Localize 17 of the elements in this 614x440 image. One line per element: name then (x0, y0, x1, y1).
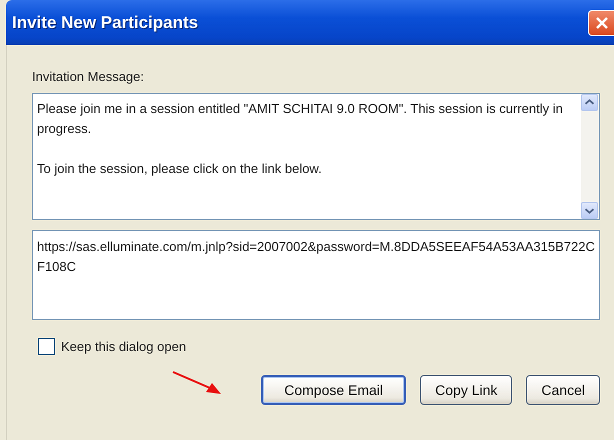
link-field[interactable]: https://sas.elluminate.com/m.jnlp?sid=2007002&password=M.8DDA5SEEAF54A53AA315B722CF108C (32, 230, 600, 320)
dialog-button[interactable]: Cancel (526, 375, 600, 405)
checkbox[interactable] (38, 338, 55, 355)
close-icon (594, 16, 608, 30)
message-text: To join the session, please click on the link below. (37, 160, 323, 178)
arrow-icon (172, 370, 224, 396)
scroll-up-icon[interactable] (581, 94, 598, 111)
message-text: Please join me in a session entitled "AMIT SCHITAI 9.0 ROOM". This session is currently in progress. (37, 100, 564, 138)
window-title: Invite New Participants (12, 12, 198, 32)
scrollbar[interactable] (581, 94, 599, 219)
message-field[interactable]: Please join me in a session entitled "AMIT SCHITAI 9.0 ROOM". This session is currently in progress. To join the session, please click on the link below. (32, 93, 600, 220)
field-label: Invitation Message: (32, 69, 146, 84)
dialog-button[interactable]: Copy Link (420, 375, 512, 405)
scroll-down-icon[interactable] (581, 202, 598, 219)
close-button[interactable] (588, 10, 614, 36)
dialog-button[interactable]: Compose Email (261, 375, 406, 405)
checkbox-label: Keep this dialog open (61, 339, 186, 354)
